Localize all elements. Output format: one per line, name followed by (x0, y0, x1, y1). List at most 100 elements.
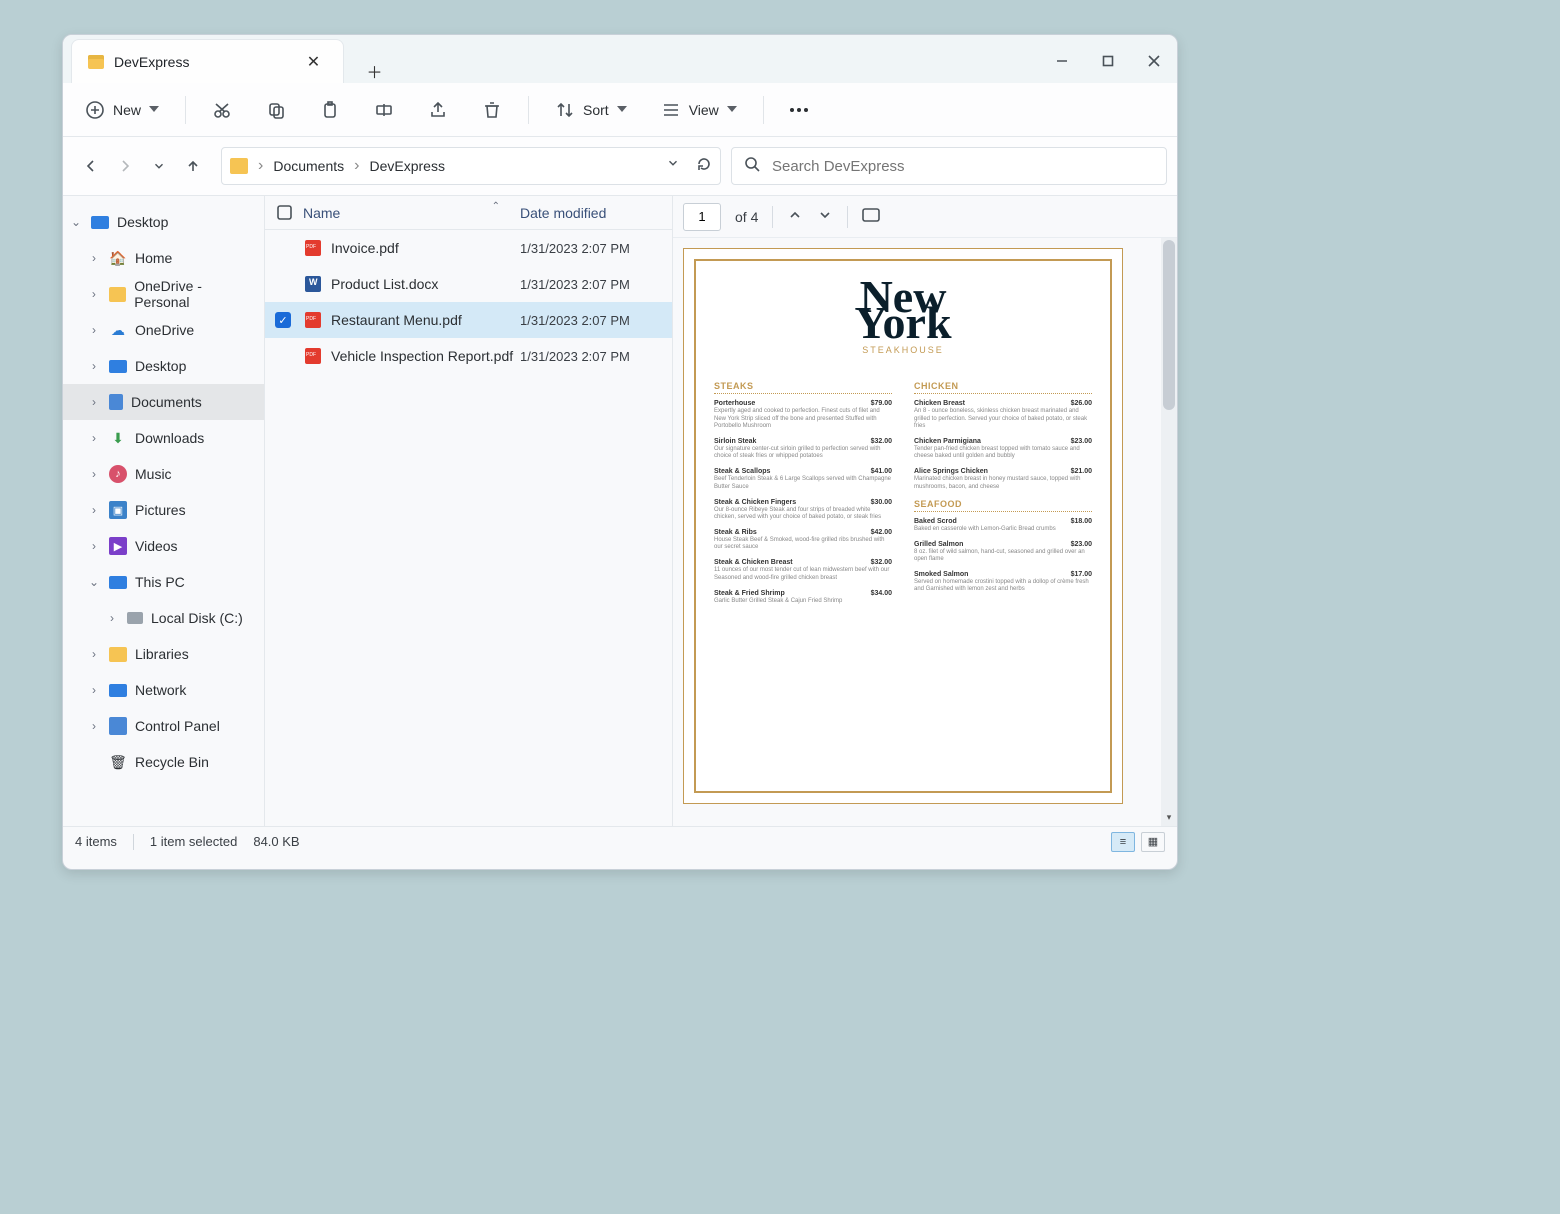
cut-button[interactable] (204, 94, 240, 126)
file-row[interactable]: Product List.docx1/31/2023 2:07 PM (265, 266, 672, 302)
search-box[interactable] (731, 147, 1167, 185)
scrollbar-thumb[interactable] (1163, 240, 1175, 410)
pdf-page: New York STEAKHOUSE STEAKS Porterhouse$7… (683, 248, 1123, 804)
scroll-down-icon[interactable]: ▾ (1163, 810, 1175, 824)
preview-body: New York STEAKHOUSE STEAKS Porterhouse$7… (673, 238, 1177, 826)
refresh-button[interactable] (696, 156, 712, 177)
select-all-checkbox[interactable] (265, 205, 303, 220)
rename-icon (374, 100, 394, 120)
tree-network[interactable]: ›Network (63, 672, 264, 708)
tree-recycle-bin[interactable]: 🗑Recycle Bin (63, 744, 264, 780)
close-window-button[interactable] (1131, 39, 1177, 83)
videos-icon: ▶ (109, 537, 127, 555)
view-button[interactable]: View (653, 94, 745, 126)
tree-downloads[interactable]: ›⬇Downloads (63, 420, 264, 456)
separator (133, 834, 134, 850)
tree-local-disk[interactable]: ›Local Disk (C:) (63, 600, 264, 636)
minimize-button[interactable] (1039, 39, 1085, 83)
menu-item: Chicken Parmigiana$23.00Tender pan-fried… (914, 438, 1092, 460)
column-date[interactable]: Date modified (520, 205, 672, 221)
file-row[interactable]: Vehicle Inspection Report.pdf1/31/2023 2… (265, 338, 672, 374)
sort-button[interactable]: Sort (547, 94, 635, 126)
documents-icon (109, 394, 123, 410)
delete-button[interactable] (474, 94, 510, 126)
tree-this-pc[interactable]: ⌄This PC (63, 564, 264, 600)
menu-item: Sirloin Steak$32.00Our signature center-… (714, 438, 892, 460)
item-count: 4 items (75, 834, 117, 849)
prev-page-button[interactable] (787, 207, 803, 226)
pdf-icon (305, 348, 321, 364)
file-date: 1/31/2023 2:07 PM (520, 313, 672, 328)
control-panel-icon (109, 717, 127, 735)
maximize-button[interactable] (1085, 39, 1131, 83)
desktop-icon (91, 216, 109, 229)
navigation-tree: ⌄Desktop ›🏠Home ›OneDrive - Personal ›☁O… (63, 196, 265, 826)
titlebar: DevExpress ✕ ＋ (63, 35, 1177, 83)
page-total: of 4 (735, 209, 758, 225)
recent-button[interactable] (147, 154, 171, 178)
tree-documents[interactable]: ›Documents (63, 384, 264, 420)
tab-title: DevExpress (114, 54, 289, 70)
menu-item: Steak & Scallops$41.00Beef Tenderloin St… (714, 468, 892, 490)
download-icon: ⬇ (109, 429, 127, 447)
selection-size: 84.0 KB (253, 834, 299, 849)
desktop-icon (109, 360, 127, 373)
file-row[interactable]: ✓ Restaurant Menu.pdf1/31/2023 2:07 PM (265, 302, 672, 338)
address-bar[interactable]: › Documents › DevExpress (221, 147, 721, 185)
new-icon (85, 100, 105, 120)
new-tab-button[interactable]: ＋ (360, 59, 388, 83)
tree-pictures[interactable]: ›▣Pictures (63, 492, 264, 528)
content-area: ⌄Desktop ›🏠Home ›OneDrive - Personal ›☁O… (63, 196, 1177, 826)
up-button[interactable] (181, 154, 205, 178)
page-number-input[interactable] (683, 203, 721, 231)
sort-ascending-icon: ⌃ (492, 201, 500, 212)
share-button[interactable] (420, 94, 456, 126)
paste-button[interactable] (312, 94, 348, 126)
tree-videos[interactable]: ›▶Videos (63, 528, 264, 564)
chevron-right-icon: › (354, 157, 359, 175)
browser-tab[interactable]: DevExpress ✕ (71, 39, 344, 83)
more-button[interactable] (782, 102, 816, 118)
file-name: Vehicle Inspection Report.pdf (331, 348, 520, 364)
chevron-down-icon (617, 106, 627, 117)
thumbnails-view-button[interactable]: ▦ (1141, 832, 1165, 852)
tree-onedrive-personal[interactable]: ›OneDrive - Personal (63, 276, 264, 312)
fit-page-button[interactable] (862, 208, 880, 225)
rename-button[interactable] (366, 94, 402, 126)
forward-button[interactable] (113, 154, 137, 178)
menu-item: Porterhouse$79.00Expertly aged and cooke… (714, 400, 892, 430)
recycle-bin-icon: 🗑 (109, 753, 127, 771)
details-view-button[interactable]: ≡ (1111, 832, 1135, 852)
preview-scrollbar[interactable]: ▾ (1161, 238, 1177, 826)
copy-button[interactable] (258, 94, 294, 126)
column-name[interactable]: Name⌃ (303, 205, 520, 221)
close-tab-icon[interactable]: ✕ (299, 52, 327, 72)
checkbox-checked-icon[interactable]: ✓ (275, 312, 291, 328)
pc-icon (109, 576, 127, 589)
tree-desktop-root[interactable]: ⌄Desktop (63, 204, 264, 240)
nav-arrows (73, 154, 211, 178)
chevron-right-icon: › (258, 157, 263, 175)
breadcrumb-devexpress[interactable]: DevExpress (369, 158, 444, 174)
new-button[interactable]: New (77, 94, 167, 126)
history-dropdown[interactable] (666, 156, 680, 177)
toolbar: New Sort View (63, 83, 1177, 137)
tree-desktop[interactable]: ›Desktop (63, 348, 264, 384)
next-page-button[interactable] (817, 207, 833, 226)
tree-libraries[interactable]: ›Libraries (63, 636, 264, 672)
search-input[interactable] (770, 157, 1154, 176)
tree-home[interactable]: ›🏠Home (63, 240, 264, 276)
file-name: Restaurant Menu.pdf (331, 312, 520, 328)
selection-count: 1 item selected (150, 834, 237, 849)
tree-control-panel[interactable]: ›Control Panel (63, 708, 264, 744)
music-icon: ♪ (109, 465, 127, 483)
breadcrumb-documents[interactable]: Documents (273, 158, 344, 174)
chevron-down-icon (727, 106, 737, 117)
tree-onedrive[interactable]: ›☁OneDrive (63, 312, 264, 348)
file-row[interactable]: Invoice.pdf1/31/2023 2:07 PM (265, 230, 672, 266)
view-icon (661, 100, 681, 120)
back-button[interactable] (79, 154, 103, 178)
pictures-icon: ▣ (109, 501, 127, 519)
preview-toolbar: of 4 (673, 196, 1177, 238)
tree-music[interactable]: ›♪Music (63, 456, 264, 492)
